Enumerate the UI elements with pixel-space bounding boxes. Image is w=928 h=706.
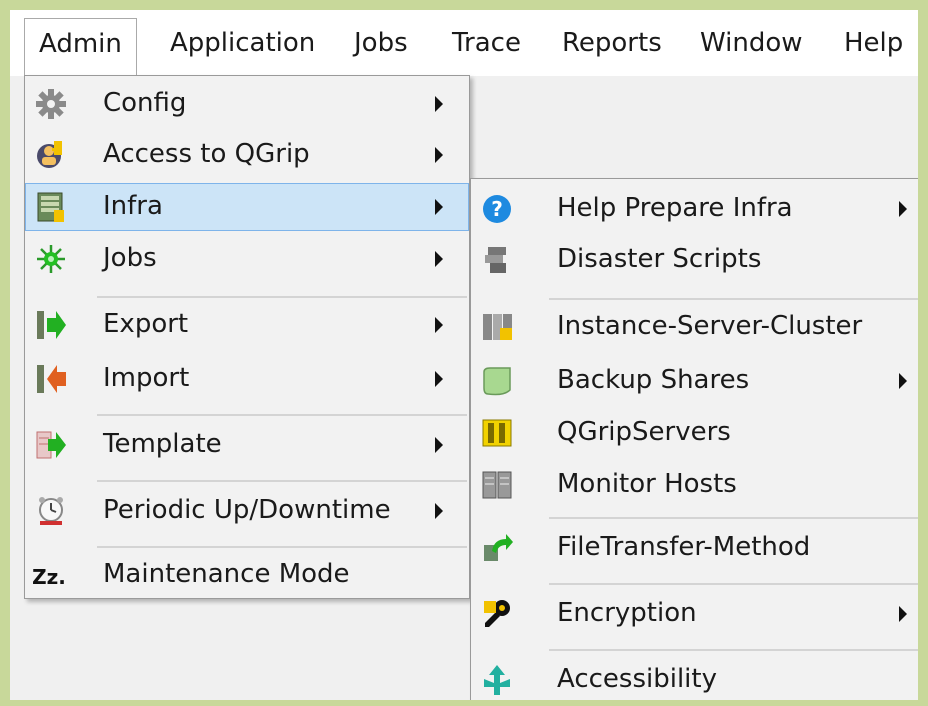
menu-reports[interactable]: Reports	[548, 18, 676, 68]
submenu-arrow-icon	[435, 199, 443, 215]
menu-application[interactable]: Application	[156, 18, 329, 68]
menu-item-label: Monitor Hosts	[557, 469, 737, 499]
menu-item-monitor-hosts[interactable]: Monitor Hosts	[471, 461, 918, 509]
menu-separator	[97, 414, 467, 416]
menu-item-label: Encryption	[557, 598, 697, 628]
menu-separator	[549, 583, 918, 585]
svg-text:?: ?	[491, 197, 503, 221]
menu-item-template[interactable]: Template	[25, 420, 469, 470]
menu-item-jobs[interactable]: Jobs	[25, 235, 469, 283]
menu-item-label: Export	[103, 309, 189, 339]
submenu-arrow-icon	[435, 96, 443, 112]
menu-help[interactable]: Help	[830, 18, 917, 68]
help-icon: ?	[477, 189, 517, 229]
menu-item-label: Instance-Server-Cluster	[557, 311, 863, 341]
menu-item-access-to-qgrip[interactable]: Access to QGrip	[25, 131, 469, 179]
menu-item-help-prepare-infra[interactable]: ? Help Prepare Infra	[471, 185, 918, 233]
menu-item-disaster-scripts[interactable]: Disaster Scripts	[471, 236, 918, 284]
sleep-icon: Zz.	[32, 565, 66, 589]
submenu-arrow-icon	[435, 503, 443, 519]
menu-item-maintenance-mode[interactable]: Zz. Maintenance Mode	[25, 552, 469, 598]
menu-item-label: Backup Shares	[557, 365, 750, 395]
sun-icon	[31, 239, 71, 279]
menu-item-label: QGripServers	[557, 417, 731, 447]
menu-item-infra[interactable]: Infra	[25, 183, 469, 231]
menu-item-label: Jobs	[103, 243, 157, 273]
menu-item-config[interactable]: Config	[25, 80, 469, 128]
key-icon	[477, 594, 517, 634]
share-icon	[477, 361, 517, 401]
menu-item-instance-server-cluster[interactable]: Instance-Server-Cluster	[471, 303, 918, 351]
submenu-arrow-icon	[899, 606, 907, 622]
menu-item-label: Import	[103, 363, 190, 393]
menu-item-label: Disaster Scripts	[557, 244, 762, 274]
menu-jobs[interactable]: Jobs	[340, 18, 422, 68]
key-user-icon	[31, 135, 71, 175]
menu-item-import[interactable]: Import	[25, 354, 469, 404]
menu-separator	[97, 480, 467, 482]
infra-submenu: ? Help Prepare Infra Disaster Scripts In…	[470, 178, 918, 700]
menu-separator	[549, 649, 918, 651]
menu-bar: Admin Application Jobs Trace Reports Win…	[10, 10, 918, 76]
menu-item-label: FileTransfer-Method	[557, 532, 811, 562]
menu-separator	[549, 517, 918, 519]
admin-dropdown-menu: Config Access to QGrip Infra Jobs Export…	[24, 75, 470, 599]
submenu-arrow-icon	[435, 437, 443, 453]
menu-item-label: Help Prepare Infra	[557, 193, 793, 223]
accessibility-icon	[477, 660, 517, 700]
scripts-icon	[477, 240, 517, 280]
menu-item-label: Periodic Up/Downtime	[103, 495, 391, 525]
menu-item-label: Template	[103, 429, 222, 459]
menu-item-qgripservers[interactable]: QGripServers	[471, 409, 918, 457]
monitor-hosts-icon	[477, 465, 517, 505]
export-icon	[31, 305, 71, 345]
gear-icon	[31, 84, 71, 124]
submenu-arrow-icon	[435, 251, 443, 267]
menu-item-label: Config	[103, 88, 187, 118]
menu-admin[interactable]: Admin	[24, 18, 137, 76]
menu-item-accessibility[interactable]: Accessibility	[471, 655, 918, 700]
menu-item-periodic-up-downtime[interactable]: Periodic Up/Downtime	[25, 486, 469, 536]
menu-item-export[interactable]: Export	[25, 300, 469, 350]
menu-item-backup-shares[interactable]: Backup Shares	[471, 357, 918, 405]
menu-trace[interactable]: Trace	[438, 18, 535, 68]
menu-separator	[549, 298, 918, 300]
cluster-icon	[477, 307, 517, 347]
submenu-arrow-icon	[435, 147, 443, 163]
submenu-arrow-icon	[899, 373, 907, 389]
menu-item-label: Access to QGrip	[103, 139, 310, 169]
menu-item-label: Accessibility	[557, 664, 717, 694]
menu-separator	[97, 296, 467, 298]
file-transfer-icon	[477, 528, 517, 568]
template-icon	[31, 425, 71, 465]
toolbar-area	[466, 76, 918, 186]
server-icon	[31, 187, 71, 227]
menu-window[interactable]: Window	[686, 18, 817, 68]
submenu-arrow-icon	[899, 201, 907, 217]
app-window: Admin Application Jobs Trace Reports Win…	[10, 10, 918, 700]
menu-item-label: Infra	[103, 191, 163, 221]
menu-separator	[97, 546, 467, 548]
menu-item-label: Maintenance Mode	[103, 559, 350, 589]
qgrip-servers-icon	[477, 413, 517, 453]
submenu-arrow-icon	[435, 317, 443, 333]
menu-item-encryption[interactable]: Encryption	[471, 589, 918, 639]
import-icon	[31, 359, 71, 399]
alarm-clock-icon	[31, 491, 71, 531]
menu-item-filetransfer-method[interactable]: FileTransfer-Method	[471, 523, 918, 573]
submenu-arrow-icon	[435, 371, 443, 387]
